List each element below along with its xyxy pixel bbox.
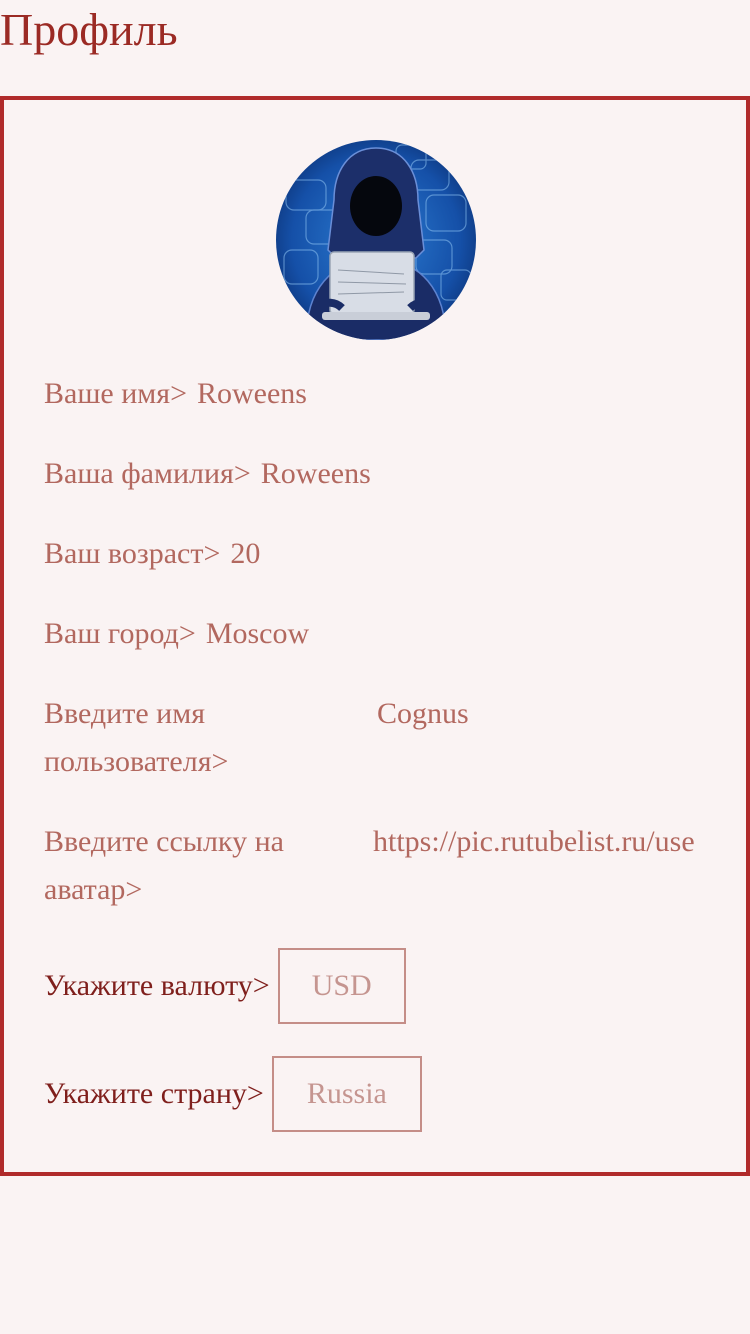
name-row: Ваше имя> Roweens <box>44 370 307 418</box>
name-label: Ваше имя> <box>44 377 187 410</box>
avatar-link-label: Введите ссылку на аватар> <box>44 825 284 906</box>
avatar-link-field[interactable]: https://pic.rutubelist.ru/use <box>373 818 706 866</box>
age-value[interactable]: 20 <box>230 537 260 570</box>
hooded-hacker-avatar-icon <box>276 140 476 340</box>
avatar-link-row: Введите ссылку на аватар> https://pic.ru… <box>44 818 706 914</box>
currency-select[interactable]: USD <box>277 948 406 1024</box>
age-label: Ваш возраст> <box>44 537 221 570</box>
city-row: Ваш город> Moscow <box>44 610 309 658</box>
profile-card: Ваше имя> Roweens Ваша фамилия> Roweens Ва… <box>0 96 750 1176</box>
city-value[interactable]: Moscow <box>206 617 309 650</box>
surname-row: Ваша фамилия> Roweens <box>44 450 371 498</box>
currency-row: Укажите валюту> USD <box>44 948 406 1024</box>
country-row: Укажите страну> Russia <box>44 1056 422 1132</box>
surname-label: Ваша фамилия> <box>44 457 251 490</box>
surname-value[interactable]: Roweens <box>261 457 371 490</box>
avatar[interactable] <box>276 140 476 340</box>
page-title: Профиль <box>0 4 178 55</box>
country-label: Укажите страну> <box>44 1077 264 1110</box>
age-row: Ваш возраст> 20 <box>44 530 260 578</box>
username-row: Введите имя пользователя> Cognus <box>44 690 706 786</box>
name-value[interactable]: Roweens <box>197 377 307 410</box>
country-select[interactable]: Russia <box>271 1056 422 1132</box>
city-label: Ваш город> <box>44 617 196 650</box>
username-field[interactable]: Cognus <box>377 690 706 738</box>
username-label: Введите имя пользователя> <box>44 697 229 778</box>
currency-label: Укажите валюту> <box>44 969 270 1002</box>
